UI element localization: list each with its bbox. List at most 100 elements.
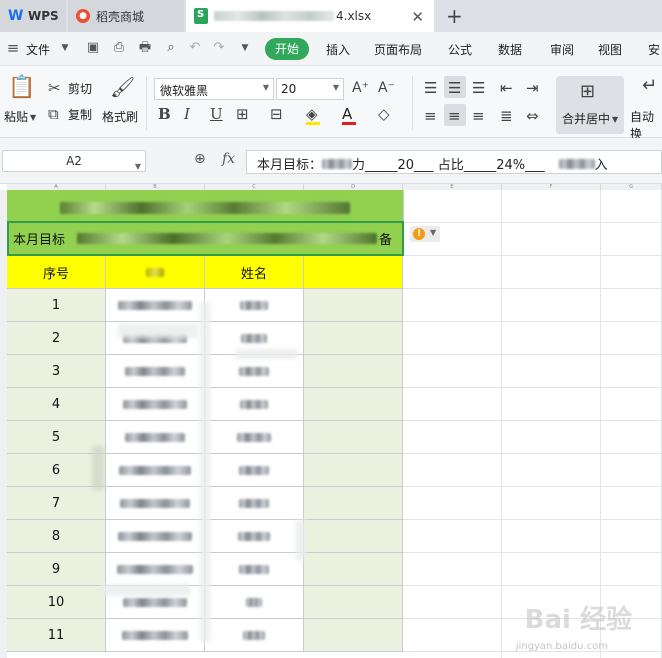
row-col-d-cell[interactable] [304,322,403,355]
align-center-icon[interactable]: ≡ [448,108,461,124]
close-tab-icon[interactable]: ✕ [411,8,424,26]
print-preview-icon[interactable]: ⎙ [112,41,126,55]
copy-button[interactable]: 复制 [68,106,92,123]
empty-cell[interactable] [601,289,662,322]
row-col-d-cell[interactable] [304,520,403,553]
row-name-cell[interactable] [205,355,304,388]
empty-cell[interactable] [502,553,601,586]
function-icon[interactable]: fx [222,151,235,167]
row-col-d-cell[interactable] [304,619,403,652]
empty-cell[interactable] [403,190,502,223]
menu-file[interactable]: 文件 [26,41,50,58]
menu-insert[interactable]: 插入 [326,41,350,58]
row-col-b-cell[interactable] [106,355,205,388]
decrease-indent-icon[interactable]: ⇤ [500,80,513,96]
empty-cell[interactable] [502,190,601,223]
empty-cell[interactable] [403,388,502,421]
row-seq-cell[interactable]: 3 [7,355,106,388]
empty-cell[interactable] [403,652,502,658]
empty-cell[interactable] [403,520,502,553]
empty-cell[interactable] [403,421,502,454]
align-left-icon[interactable]: ≡ [424,108,437,124]
align-right-icon[interactable]: ≡ [472,108,485,124]
header-name-cell[interactable]: 姓名 [205,256,304,289]
distribute-icon[interactable]: ⇔ [526,108,539,124]
tab-wps[interactable]: W WPS [0,0,66,32]
empty-cell[interactable] [601,553,662,586]
paste-dropdown-icon[interactable]: ▼ [30,110,36,126]
empty-cell[interactable] [502,322,601,355]
tab-document[interactable]: 4.xlsx ✕ [186,0,434,32]
empty-cell[interactable] [502,487,601,520]
underline-icon[interactable]: U [210,106,223,122]
empty-cell[interactable] [601,652,662,658]
border-icon[interactable]: ⊞ [236,106,249,122]
scissors-icon[interactable]: ✂ [48,80,61,96]
row-name-cell[interactable] [205,553,304,586]
empty-cell[interactable] [601,388,662,421]
formula-input[interactable]: 本月目标： 力_____20___ 占比_____24%___ 入 [246,150,662,174]
row-col-d-cell[interactable] [304,454,403,487]
menu-review[interactable]: 审阅 [550,41,574,58]
empty-cell[interactable] [502,520,601,553]
empty-cell[interactable] [601,256,662,289]
row-col-d-cell[interactable] [304,553,403,586]
row-name-cell[interactable] [205,586,304,619]
empty-cell[interactable] [502,289,601,322]
error-check-button[interactable]: ! ▼ [410,226,440,242]
clear-format-icon[interactable]: ◇ [378,106,390,122]
empty-cell[interactable] [502,256,601,289]
align-bottom-icon[interactable]: ☰ [472,80,485,96]
print-icon[interactable]: 🖶 [138,41,152,55]
row-col-d-cell[interactable] [304,388,403,421]
empty-cell[interactable] [601,322,662,355]
paste-icon[interactable]: 📋 [8,76,35,100]
empty-cell[interactable] [502,388,601,421]
align-top-icon[interactable]: ☰ [424,80,437,96]
new-tab-icon[interactable]: + [446,4,463,28]
empty-cell[interactable] [601,421,662,454]
empty-cell[interactable] [502,421,601,454]
empty-cell[interactable] [601,190,662,223]
name-box[interactable]: A2 ▼ [2,150,146,172]
zoom-icon[interactable]: ⊕ [194,151,206,167]
menu-page-layout[interactable]: 页面布局 [374,41,422,58]
zoom-preview-icon[interactable]: ⌕ [164,41,178,55]
save-icon[interactable]: ▣ [86,41,100,55]
empty-cell[interactable] [403,322,502,355]
row-col-b-cell[interactable] [106,520,205,553]
row-col-b-cell[interactable] [106,388,205,421]
row-seq-cell[interactable]: 8 [7,520,106,553]
format-painter-icon[interactable]: 🖌 [110,76,135,98]
font-size-select[interactable]: 20 ▼ [276,78,344,100]
redo-icon[interactable]: ↷ [212,41,226,55]
row-col-d-cell[interactable] [304,355,403,388]
header-seq-cell[interactable]: 序号 [7,256,106,289]
empty-cell[interactable] [403,487,502,520]
row-name-cell[interactable] [205,619,304,652]
empty-cell[interactable] [403,355,502,388]
justify-icon[interactable]: ≣ [500,108,513,124]
row-col-b-cell[interactable] [106,619,205,652]
empty-cell[interactable] [403,586,502,619]
font-name-select[interactable]: 微软雅黑 ▼ [154,78,274,100]
menu-start[interactable]: 开始 [265,38,309,60]
header-col-b-cell[interactable] [106,256,205,289]
bold-icon[interactable]: B [158,106,171,122]
menu-view[interactable]: 视图 [598,41,622,58]
target-merged-cell[interactable]: 本月目标 备 [7,221,404,256]
row-seq-cell[interactable]: 10 [7,586,106,619]
row-name-cell[interactable] [205,421,304,454]
row-col-d-cell[interactable] [304,586,403,619]
empty-cell[interactable] [601,223,662,256]
row-name-cell[interactable] [205,454,304,487]
empty-cell[interactable] [502,223,601,256]
italic-icon[interactable]: I [184,106,190,122]
empty-cell[interactable] [502,355,601,388]
empty-cell[interactable] [601,487,662,520]
empty-cell[interactable] [403,256,502,289]
wrap-text-icon[interactable]: ↵ [642,77,657,95]
row-col-b-cell[interactable] [106,289,205,322]
row-col-d-cell[interactable] [304,289,403,322]
empty-cell[interactable] [403,454,502,487]
